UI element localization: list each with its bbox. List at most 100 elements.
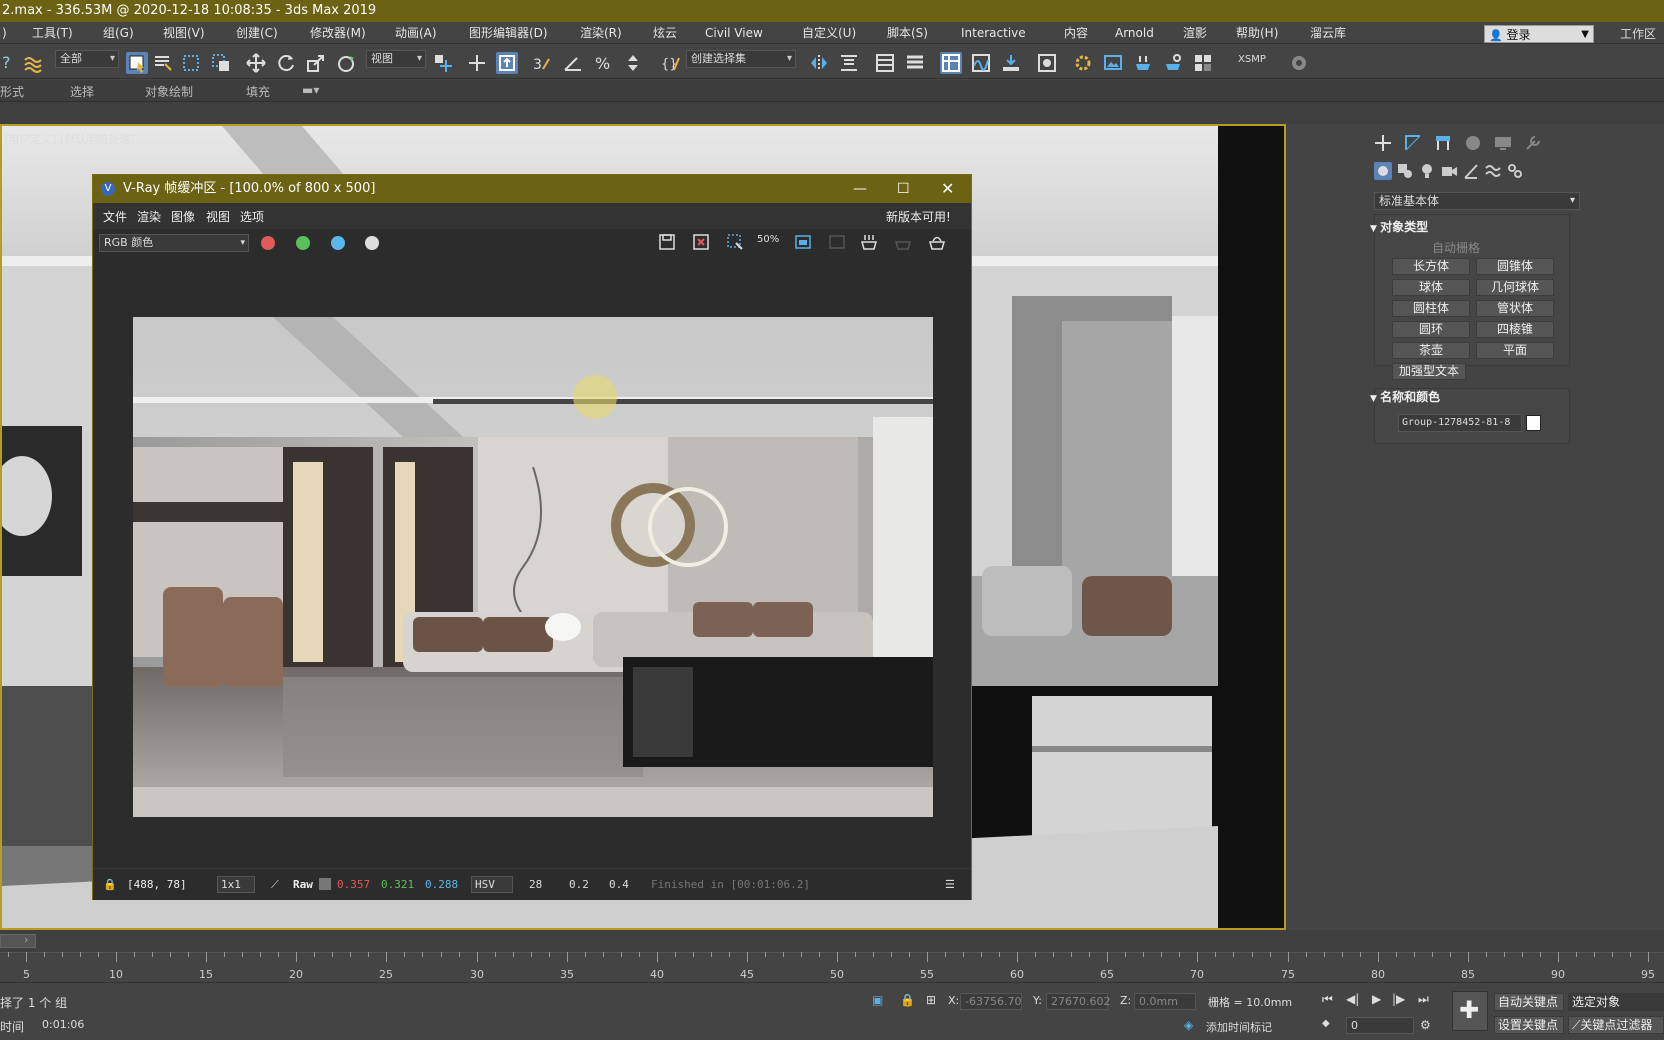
select-by-name-icon[interactable]: [152, 52, 174, 74]
systems-icon[interactable]: [1506, 162, 1524, 180]
menu-interactive[interactable]: Interactive: [961, 24, 1026, 42]
object-type-header[interactable]: ▼ 对象类型: [1370, 218, 1428, 236]
render-production-icon[interactable]: [1132, 52, 1154, 74]
motion-tab-icon[interactable]: [1462, 132, 1484, 154]
vfb-menu-view[interactable]: 视图: [206, 208, 230, 225]
vfb-title-bar[interactable]: V V-Ray 帧缓冲区 - [100.0% of 800 x 500] — ☐…: [93, 175, 971, 203]
color-mode-dropdown[interactable]: HSV: [471, 876, 513, 893]
menu-liuyunku[interactable]: 溜云库: [1310, 24, 1346, 42]
menu-overflow[interactable]: ): [2, 24, 7, 42]
time-slider-thumb[interactable]: [0, 934, 36, 948]
bind-spacewarp-icon[interactable]: [22, 52, 44, 74]
display-tab-icon[interactable]: [1492, 132, 1514, 154]
object-category-dropdown[interactable]: 标准基本体: [1374, 192, 1580, 210]
ribbon-options-icon[interactable]: ▬▾: [302, 83, 319, 97]
angle-snap-icon[interactable]: [562, 52, 584, 74]
object-color-swatch[interactable]: [1526, 415, 1541, 431]
time-slider[interactable]: ›: [0, 930, 1664, 952]
selection-filter-dropdown[interactable]: 全部: [55, 50, 119, 68]
scene-explorer-icon[interactable]: [940, 52, 962, 74]
rendered-image[interactable]: [133, 317, 933, 817]
menu-xuanying[interactable]: 渲影: [1183, 24, 1207, 42]
interactive-render-icon[interactable]: [893, 232, 913, 252]
sphere-button[interactable]: 球体: [1392, 279, 1470, 296]
menu-graph-editors[interactable]: 图形编辑器(D): [469, 24, 548, 42]
select-object-icon[interactable]: [126, 52, 148, 74]
render-icon[interactable]: [927, 232, 947, 252]
named-selection-set-dropdown[interactable]: 创建选择集: [686, 50, 796, 68]
menu-xuanyun[interactable]: 炫云: [653, 24, 677, 42]
red-channel-button[interactable]: [261, 236, 275, 250]
ribbon-tab-object-paint[interactable]: 对象绘制: [145, 83, 193, 100]
create-tab-icon[interactable]: [1372, 132, 1394, 154]
place-icon[interactable]: [335, 52, 357, 74]
menu-civil-view[interactable]: Civil View: [705, 24, 763, 42]
edit-named-selection-icon[interactable]: {}: [660, 52, 682, 74]
login-dropdown[interactable]: 👤 登录 ▼: [1484, 25, 1594, 43]
box-button[interactable]: 长方体: [1392, 258, 1470, 275]
green-channel-button[interactable]: [296, 236, 310, 250]
track-mouse-icon[interactable]: [725, 232, 745, 252]
clear-image-icon[interactable]: [691, 232, 711, 252]
object-name-field[interactable]: Group-1278452-81-8: [1398, 414, 1522, 432]
scale-icon[interactable]: [305, 52, 327, 74]
curve-editor-icon[interactable]: [970, 52, 992, 74]
chevron-right-icon[interactable]: ›: [24, 933, 28, 946]
xsmp-label[interactable]: XSMP: [1238, 54, 1266, 65]
go-to-start-icon[interactable]: ⏮: [1322, 992, 1333, 1007]
x-coordinate-field[interactable]: -63756.70: [960, 993, 1022, 1010]
selected-object-dropdown[interactable]: 选定对象: [1568, 993, 1664, 1011]
viewport-label[interactable]: [用户定义] [默认明暗处理]: [4, 131, 135, 147]
toggle-ribbon-icon[interactable]: [904, 52, 926, 74]
vfb-menu-image[interactable]: 图像: [171, 208, 195, 225]
schematic-view-icon[interactable]: [1000, 52, 1022, 74]
material-editor-icon[interactable]: [1036, 52, 1058, 74]
teapot-button[interactable]: 茶壶: [1392, 342, 1470, 359]
isolate-selection-icon[interactable]: ▣: [872, 993, 883, 1007]
gear-icon[interactable]: [1288, 52, 1310, 74]
rect-selection-icon[interactable]: [180, 52, 202, 74]
utilities-tab-icon[interactable]: [1522, 132, 1544, 154]
render-last-icon[interactable]: [859, 232, 879, 252]
cameras-icon[interactable]: [1440, 162, 1458, 180]
spacewarps-icon[interactable]: [1484, 162, 1502, 180]
vfb-menu-options[interactable]: 选项: [240, 208, 264, 225]
lights-icon[interactable]: [1418, 162, 1436, 180]
torus-button[interactable]: 圆环: [1392, 321, 1470, 338]
spinner-snap-icon[interactable]: [622, 52, 644, 74]
y-coordinate-field[interactable]: 27670.602: [1046, 993, 1111, 1010]
absolute-mode-icon[interactable]: ⊞: [926, 993, 936, 1007]
menu-create[interactable]: 创建(C): [236, 24, 278, 42]
set-key-button[interactable]: ✚: [1452, 991, 1488, 1031]
modify-tab-icon[interactable]: [1402, 132, 1424, 154]
geosphere-button[interactable]: 几何球体: [1476, 279, 1554, 296]
render-activeshade-icon[interactable]: [1192, 52, 1214, 74]
render-setup-icon[interactable]: [1072, 52, 1094, 74]
log-icon[interactable]: ☰: [945, 878, 955, 891]
save-icon[interactable]: [657, 232, 677, 252]
menu-customize[interactable]: 自定义(U): [802, 24, 856, 42]
render-iterative-icon[interactable]: [1162, 52, 1184, 74]
tube-button[interactable]: 管状体: [1476, 300, 1554, 317]
add-time-tag[interactable]: 添加时间标记: [1206, 1019, 1272, 1035]
keyboard-shortcut-override-icon[interactable]: [496, 52, 518, 74]
ribbon-tab-select[interactable]: 选择: [70, 83, 94, 100]
rotate-icon[interactable]: [275, 52, 297, 74]
pixel-ratio-dropdown[interactable]: 1x1: [217, 876, 255, 893]
channel-dropdown[interactable]: RGB 颜色 ▾: [99, 234, 249, 252]
selection-lock-icon[interactable]: 🔒: [900, 993, 915, 1007]
go-to-end-icon[interactable]: ⏭: [1418, 992, 1429, 1007]
percent-snap-icon[interactable]: %: [592, 52, 614, 74]
name-color-header[interactable]: ▼ 名称和颜色: [1370, 388, 1440, 406]
z-coordinate-field[interactable]: 0.0mm: [1134, 993, 1196, 1010]
minimize-icon[interactable]: —: [853, 175, 867, 203]
time-tag-icon[interactable]: ◈: [1184, 1018, 1193, 1032]
menu-rendering[interactable]: 渲染(R): [580, 24, 622, 42]
maximize-icon[interactable]: ☐: [897, 175, 910, 203]
previous-frame-icon[interactable]: ◀|: [1346, 992, 1359, 1006]
pivot-center-icon[interactable]: [432, 52, 454, 74]
current-frame-field[interactable]: 0: [1346, 1017, 1414, 1034]
link-to-viewport-icon[interactable]: [827, 232, 847, 252]
lock-icon[interactable]: 🔒: [103, 878, 117, 891]
play-icon[interactable]: ▶: [1372, 992, 1381, 1006]
